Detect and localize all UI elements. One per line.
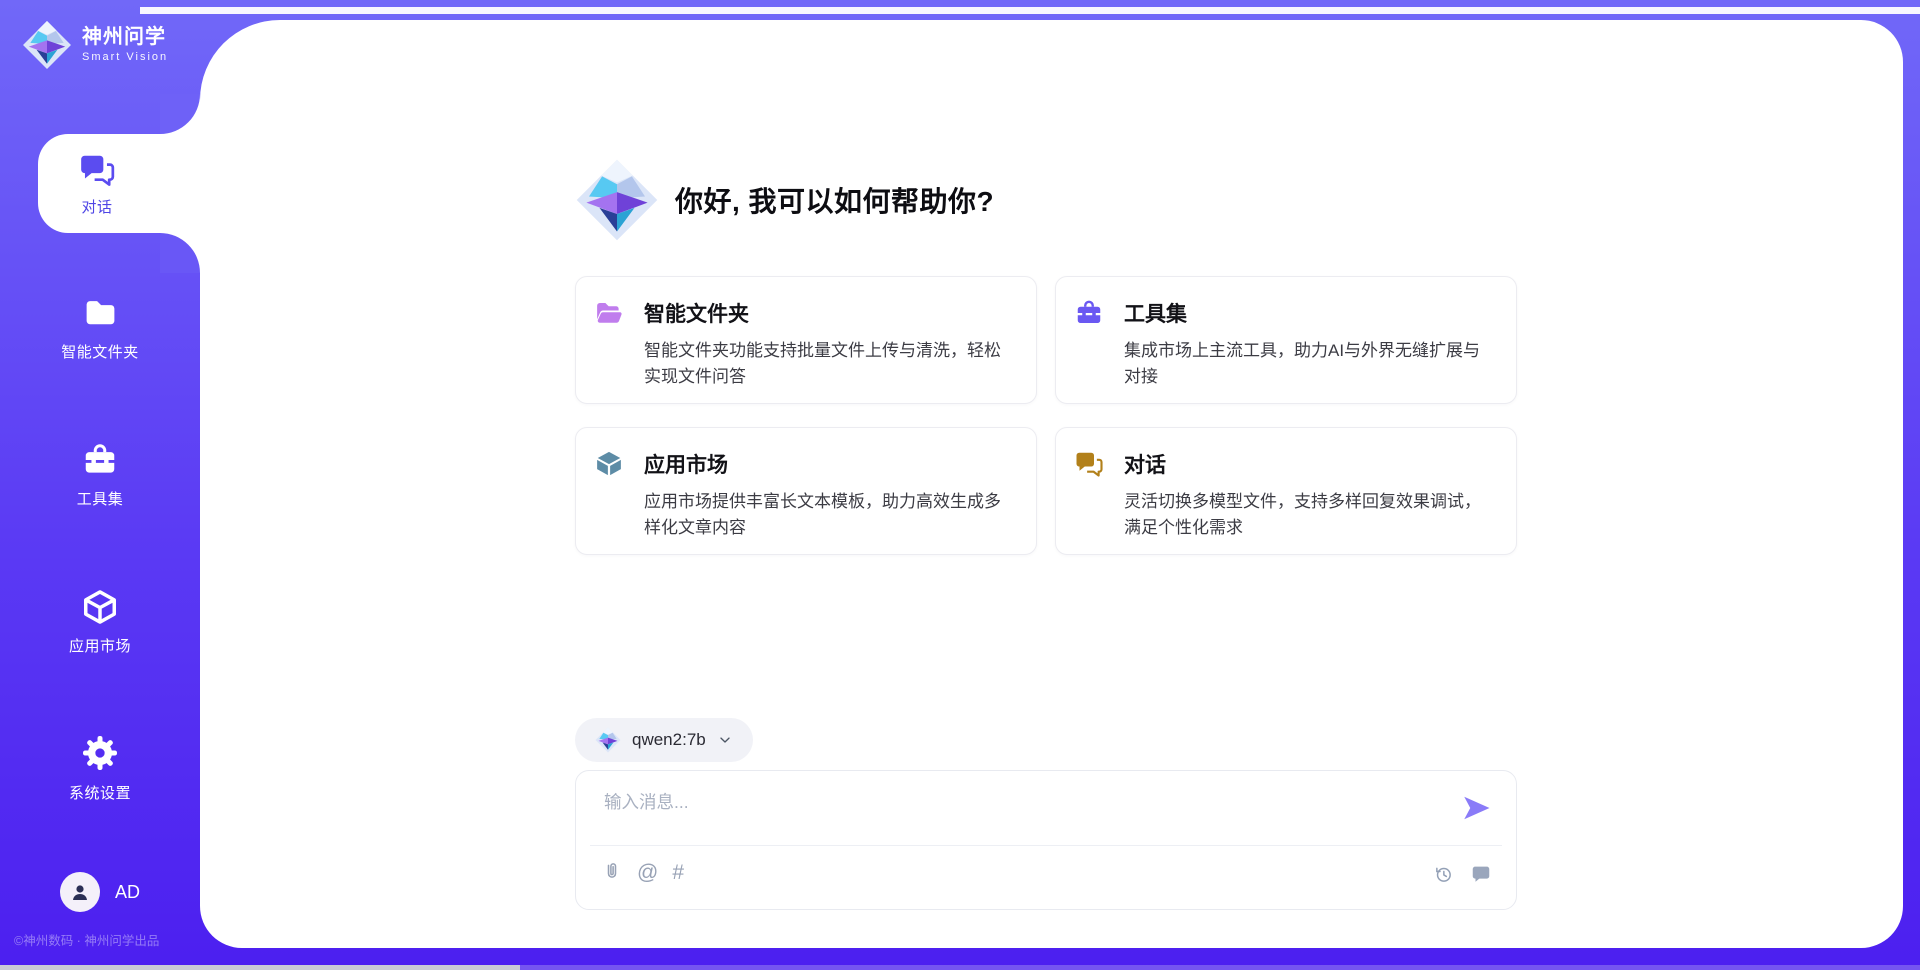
history-button[interactable]	[1433, 864, 1454, 885]
greeting-text: 你好, 我可以如何帮助你?	[675, 180, 994, 220]
feature-cards: 智能文件夹 智能文件夹功能支持批量文件上传与清洗，轻松实现文件问答 工具集 集成…	[575, 276, 1517, 555]
chat-icon	[1074, 449, 1104, 479]
cube-icon	[81, 588, 119, 626]
model-selector[interactable]: qwen2:7b	[575, 718, 753, 762]
card-header: 智能文件夹	[594, 298, 1012, 328]
card-description: 集成市场上主流工具，助力AI与外界无缝扩展与对接	[1124, 338, 1492, 391]
sidebar-item-app-market[interactable]: 应用市场	[0, 588, 200, 656]
user-profile[interactable]: AD	[0, 872, 200, 912]
toolbox-icon	[1074, 298, 1104, 328]
card-smart-folder[interactable]: 智能文件夹 智能文件夹功能支持批量文件上传与清洗，轻松实现文件问答	[575, 276, 1037, 404]
card-title: 对话	[1124, 449, 1166, 479]
scrollbar-thumb[interactable]	[0, 965, 520, 970]
card-header: 工具集	[1074, 298, 1492, 328]
model-gem-icon	[595, 727, 621, 753]
card-description: 应用市场提供丰富长文本模板，助力高效生成多样化文章内容	[644, 489, 1012, 542]
card-description: 智能文件夹功能支持批量文件上传与清洗，轻松实现文件问答	[644, 338, 1012, 391]
folder-icon	[82, 295, 119, 332]
new-chat-button[interactable]	[1470, 863, 1492, 885]
greeting: 你好, 我可以如何帮助你?	[575, 158, 994, 242]
chevron-down-icon	[717, 732, 733, 748]
tab-fillet-bottom	[160, 233, 200, 273]
sidebar-item-label: 工具集	[77, 488, 124, 509]
brand-gem-icon	[575, 158, 659, 242]
sidebar-item-chat[interactable]: 对话	[38, 134, 200, 233]
composer-tools-left: @ #	[601, 861, 684, 883]
brand-text: 神州问学 Smart Vision	[82, 26, 168, 63]
card-chat[interactable]: 对话 灵活切换多模型文件，支持多样回复效果调试，满足个性化需求	[1055, 427, 1517, 555]
brand-logo-icon	[22, 20, 72, 70]
message-composer: @ #	[575, 770, 1517, 910]
composer-tools-right	[1433, 863, 1492, 885]
send-icon[interactable]	[1462, 793, 1492, 823]
tab-fillet-top	[160, 94, 200, 134]
card-description: 灵活切换多模型文件，支持多样回复效果调试，满足个性化需求	[1124, 489, 1492, 542]
mention-button[interactable]: @	[637, 862, 658, 883]
brand-name: 神州问学	[82, 26, 168, 48]
history-icon	[1433, 864, 1454, 885]
model-name: qwen2:7b	[632, 730, 706, 750]
cube-grid-icon	[594, 449, 624, 479]
attachment-button[interactable]	[601, 861, 623, 883]
main-panel: 你好, 我可以如何帮助你? 智能文件夹 智能文件夹功能支持批量文件上传与清洗，轻…	[200, 20, 1903, 948]
sidebar: 神州问学 Smart Vision 对话 智能文件夹 工具集 应用市场 系统设置	[0, 0, 200, 970]
paperclip-icon	[601, 861, 623, 883]
window-top-divider	[140, 7, 1920, 14]
brand-subtitle: Smart Vision	[82, 51, 168, 63]
sidebar-item-label: 智能文件夹	[61, 341, 139, 362]
user-name: AD	[115, 882, 140, 903]
card-app-market[interactable]: 应用市场 应用市场提供丰富长文本模板，助力高效生成多样化文章内容	[575, 427, 1037, 555]
message-icon	[1470, 863, 1492, 885]
card-title: 应用市场	[644, 449, 728, 479]
gear-icon	[80, 733, 120, 773]
avatar	[60, 872, 100, 912]
person-icon	[68, 880, 92, 904]
sidebar-item-label: 系统设置	[69, 782, 131, 803]
sidebar-item-toolset[interactable]: 工具集	[0, 441, 200, 509]
sidebar-item-settings[interactable]: 系统设置	[0, 733, 200, 803]
card-header: 对话	[1074, 449, 1492, 479]
message-input[interactable]	[602, 787, 1456, 837]
card-toolset[interactable]: 工具集 集成市场上主流工具，助力AI与外界无缝扩展与对接	[1055, 276, 1517, 404]
brand: 神州问学 Smart Vision	[22, 20, 168, 70]
composer-divider	[590, 845, 1502, 846]
toolbox-icon	[81, 441, 119, 479]
app-root: 你好, 我可以如何帮助你? 智能文件夹 智能文件夹功能支持批量文件上传与清洗，轻…	[0, 0, 1920, 970]
sidebar-item-label: 对话	[81, 196, 112, 217]
hashtag-button[interactable]: #	[672, 862, 684, 883]
sidebar-item-label: 应用市场	[69, 635, 131, 656]
content-column: 你好, 我可以如何帮助你? 智能文件夹 智能文件夹功能支持批量文件上传与清洗，轻…	[575, 20, 1517, 948]
card-title: 智能文件夹	[644, 298, 749, 328]
chat-icon	[78, 151, 116, 189]
card-title: 工具集	[1124, 298, 1187, 328]
sidebar-item-smart-folder[interactable]: 智能文件夹	[0, 295, 200, 362]
folder-open-icon	[594, 298, 624, 328]
sidebar-footer: ©神州数码 · 神州问学出品	[14, 930, 159, 949]
horizontal-scrollbar	[0, 965, 1920, 970]
card-header: 应用市场	[594, 449, 1012, 479]
